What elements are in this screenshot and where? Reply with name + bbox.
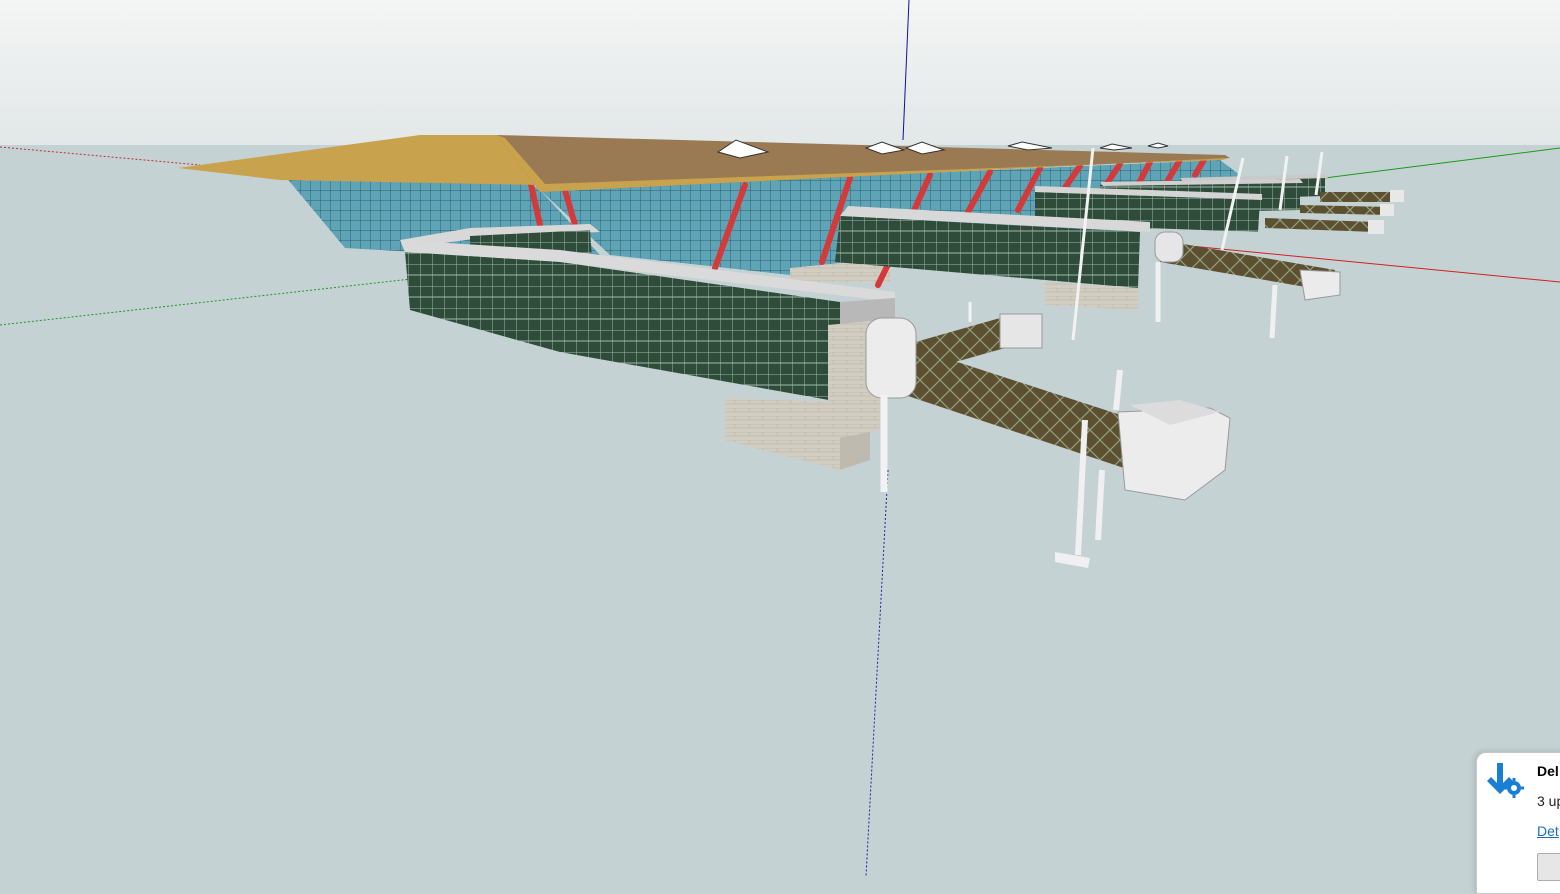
sky xyxy=(0,0,1560,145)
rear-bridge-1 xyxy=(1320,192,1400,202)
3d-viewport[interactable] xyxy=(0,0,1560,876)
middle-rotunda xyxy=(1154,231,1184,263)
notification-message: 3 up xyxy=(1537,793,1560,809)
rear-bridge-cab-3 xyxy=(1368,220,1384,234)
upper-bridge-cab xyxy=(999,313,1043,349)
middle-bridge-cab xyxy=(1299,269,1341,301)
notification-details-link[interactable]: Det xyxy=(1537,823,1559,839)
update-notification[interactable]: Del 3 up Det xyxy=(1476,752,1560,894)
rear-bridge-cab-2 xyxy=(1380,204,1394,216)
notification-action-button[interactable] xyxy=(1537,853,1560,881)
notification-title: Del xyxy=(1537,763,1559,779)
rear-bridge-cab-1 xyxy=(1390,190,1404,202)
windows-update-gear-icon xyxy=(1483,757,1527,801)
front-rotunda xyxy=(865,317,917,399)
